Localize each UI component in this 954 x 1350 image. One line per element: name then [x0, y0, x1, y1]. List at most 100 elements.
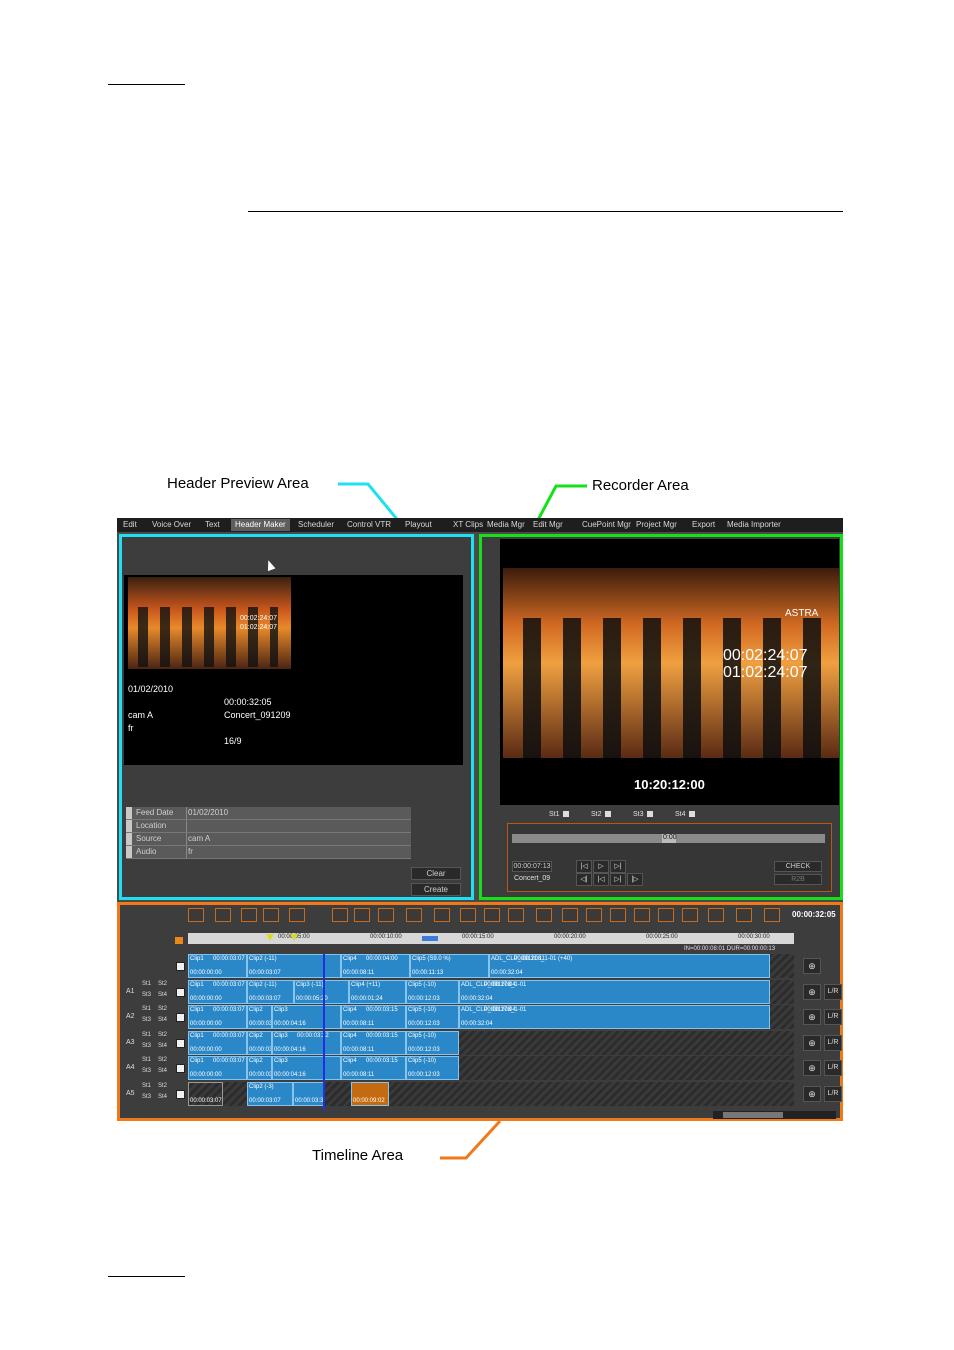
track-st3-button[interactable]: St3	[142, 1068, 151, 1074]
export-tool-icon[interactable]	[764, 908, 780, 922]
position-bar[interactable]: 0:00	[512, 834, 825, 843]
horizontal-scrollbar[interactable]	[713, 1111, 836, 1119]
mark-out-icon[interactable]: ▷|	[610, 873, 626, 886]
go-in-tool-icon[interactable]	[562, 908, 578, 922]
track-st2-button[interactable]: St2	[158, 1057, 167, 1063]
tab-header-maker[interactable]: Header Maker	[231, 519, 290, 531]
clear-in-tool-icon[interactable]	[378, 908, 394, 922]
timeline-clip[interactable]: Clip5 (S9.0 %) 00:00:11:13	[410, 954, 489, 978]
step-forward-icon[interactable]: |▷	[627, 873, 643, 886]
timeline-clip[interactable]: Clip2 00:00:03:07	[247, 1030, 272, 1055]
timeline-clip[interactable]: Clip3 00:00:04:16	[272, 1005, 341, 1029]
group-tool-icon[interactable]	[634, 908, 650, 922]
clear-mark-tool-icon[interactable]	[406, 908, 422, 922]
timeline-clip[interactable]: Clip2 (-3) 00:00:03:07	[247, 1081, 293, 1106]
prev-edit-tool-icon[interactable]	[508, 908, 524, 922]
timeline-clip[interactable]: Clip2 (-11) 00:00:03:07	[247, 979, 294, 1004]
timeline-clip[interactable]: Clip3 00:00:04:16	[272, 1056, 341, 1080]
mark-in-tool-icon[interactable]	[332, 908, 348, 922]
forward-end-icon[interactable]: ▷|	[610, 860, 626, 873]
marker-tool-icon[interactable]	[708, 908, 724, 922]
timeline-clip[interactable]: Clip2 00:00:03:07	[247, 1005, 272, 1029]
track-st4-button[interactable]: St4	[158, 1017, 167, 1023]
track-st4-button[interactable]: St4	[158, 1043, 167, 1049]
timeline-clip[interactable]: ADL_CLP_091208_1-01 00:00:17:04 00:00:32:0…	[459, 1005, 770, 1029]
track-enable-checkbox[interactable]	[176, 987, 185, 997]
tab-voice-over[interactable]: Voice Over	[148, 519, 195, 531]
timeline-ruler[interactable]: 00:00:05:00 00:00:10:00 00:00:15:00 00:00:2…	[188, 933, 794, 944]
track-zoom-button[interactable]: ⊕	[803, 958, 821, 974]
timeline-clip[interactable]: Clip4 00:00:03:15 00:00:08:11	[341, 1030, 406, 1055]
timeline-clip[interactable]: Clip4 00:00:03:15 00:00:08:11	[341, 1005, 406, 1029]
track-st4-button[interactable]: St4	[158, 1094, 167, 1100]
track-st1-button[interactable]: St1	[142, 1057, 151, 1063]
stack-tool-icon[interactable]	[682, 908, 698, 922]
track-enable-checkbox[interactable]	[176, 1038, 185, 1048]
tab-media-importer[interactable]: Media Importer	[723, 519, 785, 531]
create-button[interactable]: Create	[411, 883, 461, 896]
track-lr-button[interactable]: L/R	[824, 1009, 842, 1025]
mark-in-icon[interactable]: |◁	[593, 873, 609, 886]
timeline-clip[interactable]: Clip2 00:00:03:07	[247, 1056, 272, 1080]
track-st2-button[interactable]: St2	[158, 1083, 167, 1089]
timeline-clip[interactable]: Clip4 00:00:03:15 00:00:08:11	[341, 1056, 406, 1080]
track-lr-button[interactable]: L/R	[824, 983, 842, 1000]
still-st1-checkbox[interactable]	[563, 811, 569, 817]
tab-project-mgr[interactable]: Project Mgr	[632, 519, 681, 531]
metadata-value[interactable]: cam A	[188, 834, 210, 843]
track-lr-button[interactable]: L/R	[824, 1034, 842, 1051]
track-zoom-button[interactable]: ⊕	[803, 1034, 821, 1051]
mark-out-tool-icon[interactable]	[354, 908, 370, 922]
tab-cuepoint-mgr[interactable]: CuePoint Mgr	[578, 519, 635, 531]
r2b-button[interactable]: R2B	[774, 874, 822, 885]
clear-button[interactable]: Clear	[411, 867, 461, 880]
text-tool-icon[interactable]	[736, 908, 752, 922]
ruler-range[interactable]	[422, 936, 438, 941]
timeline-clip[interactable]: Clip5 (-10) 00:00:12:03	[406, 1056, 459, 1080]
track-st3-button[interactable]: St3	[142, 992, 151, 998]
go-out-tool-icon[interactable]	[586, 908, 602, 922]
tab-edit-mgr[interactable]: Edit Mgr	[529, 519, 567, 531]
track-st1-button[interactable]: St1	[142, 981, 151, 987]
track-enable-checkbox[interactable]	[176, 1064, 185, 1073]
still-st2-checkbox[interactable]	[605, 811, 611, 817]
track-st3-button[interactable]: St3	[142, 1094, 151, 1100]
timeline-clip[interactable]: Clip3 00:00:03:22 00:00:04:16	[272, 1030, 341, 1055]
scrollbar-thumb[interactable]	[723, 1112, 783, 1118]
track-st2-button[interactable]: St2	[158, 981, 167, 987]
track-zoom-button[interactable]: ⊕	[803, 1085, 821, 1102]
tab-scheduler[interactable]: Scheduler	[294, 519, 338, 531]
track-st3-button[interactable]: St3	[142, 1017, 151, 1023]
timeline-clip[interactable]: Clip3 (-11) 00:00:05:20	[294, 979, 349, 1004]
extract-tool-icon[interactable]	[484, 908, 500, 922]
insert-tool-icon[interactable]	[215, 908, 231, 922]
timeline-clip[interactable]: Clip5 (-10) 00:00:12:03	[406, 979, 459, 1004]
tab-xt-clips[interactable]: XT Clips	[449, 519, 487, 531]
next-edit-tool-icon[interactable]	[536, 908, 552, 922]
track-st1-button[interactable]: St1	[142, 1006, 151, 1012]
playhead[interactable]	[323, 954, 325, 1111]
track-enable-checkbox[interactable]	[176, 1089, 185, 1099]
track-st2-button[interactable]: St2	[158, 1006, 167, 1012]
timeline-clip[interactable]: Clip4 (+11) 00:00:01:24	[349, 979, 406, 1004]
still-st4-checkbox[interactable]	[689, 811, 695, 817]
metadata-value[interactable]: fr	[188, 847, 193, 856]
tab-edit[interactable]: Edit	[119, 519, 141, 531]
track-st3-button[interactable]: St3	[142, 1043, 151, 1049]
track-lr-button[interactable]: L/R	[824, 1060, 842, 1076]
timeline-clip[interactable]: ADL_CLP_091208_1-01 (+40) 00:00:11:11 00:0…	[489, 954, 770, 978]
track-zoom-button[interactable]: ⊕	[803, 983, 821, 1000]
track-zoom-button[interactable]: ⊕	[803, 1009, 821, 1025]
audio-fx-tool-icon[interactable]	[289, 908, 305, 922]
play-icon[interactable]: ▷	[593, 860, 609, 873]
overwrite-tool-icon[interactable]	[241, 908, 257, 922]
tab-playout[interactable]: Playout	[401, 519, 436, 531]
check-button[interactable]: CHECK	[774, 861, 822, 872]
timeline-clip[interactable]: Clip1 00:00:03:07 00:00:00:00	[188, 954, 247, 978]
snap-tool-icon[interactable]	[610, 908, 626, 922]
still-st3-checkbox[interactable]	[647, 811, 653, 817]
timeline-clip[interactable]: 00:00:09:02	[351, 1081, 389, 1106]
step-back-icon[interactable]: ◁|	[576, 873, 592, 886]
split-tool-icon[interactable]	[434, 908, 450, 922]
track-enable-checkbox[interactable]	[176, 1013, 185, 1022]
